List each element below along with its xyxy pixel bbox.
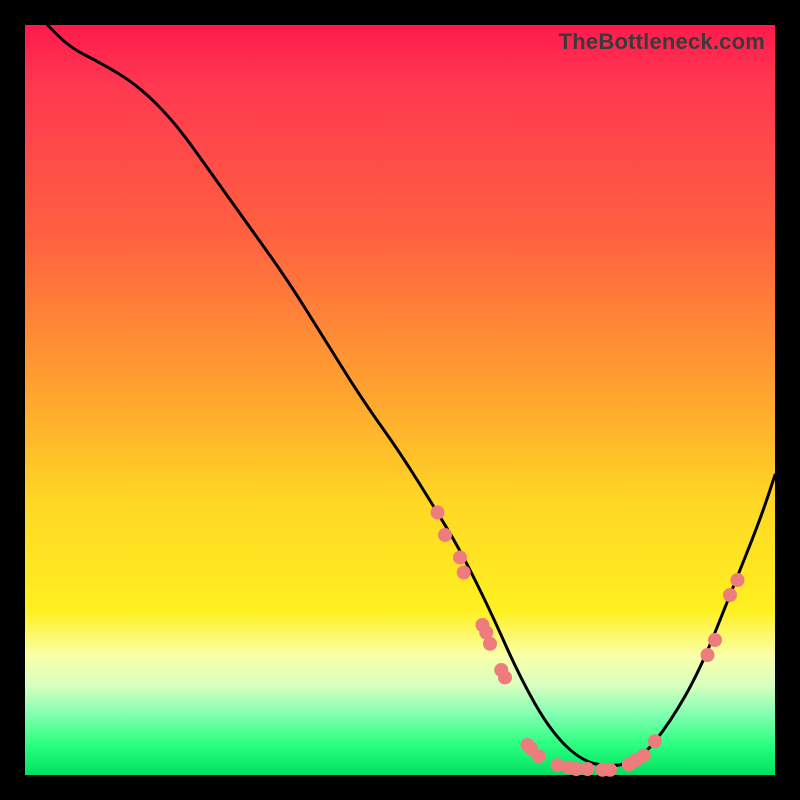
data-point <box>438 528 452 542</box>
data-points-group <box>431 506 745 777</box>
plot-area: TheBottleneck.com <box>25 25 775 775</box>
data-point <box>731 573 745 587</box>
curve-svg <box>25 25 775 775</box>
data-point <box>648 734 662 748</box>
data-point <box>701 648 715 662</box>
data-point <box>708 633 722 647</box>
data-point <box>723 588 737 602</box>
bottleneck-curve <box>48 25 776 766</box>
data-point <box>453 551 467 565</box>
data-point <box>532 749 546 763</box>
data-point <box>483 637 497 651</box>
data-point <box>431 506 445 520</box>
chart-frame: TheBottleneck.com <box>0 0 800 800</box>
data-point <box>637 749 651 763</box>
data-point <box>581 762 595 776</box>
data-point <box>457 566 471 580</box>
data-point <box>603 763 617 777</box>
data-point <box>498 671 512 685</box>
